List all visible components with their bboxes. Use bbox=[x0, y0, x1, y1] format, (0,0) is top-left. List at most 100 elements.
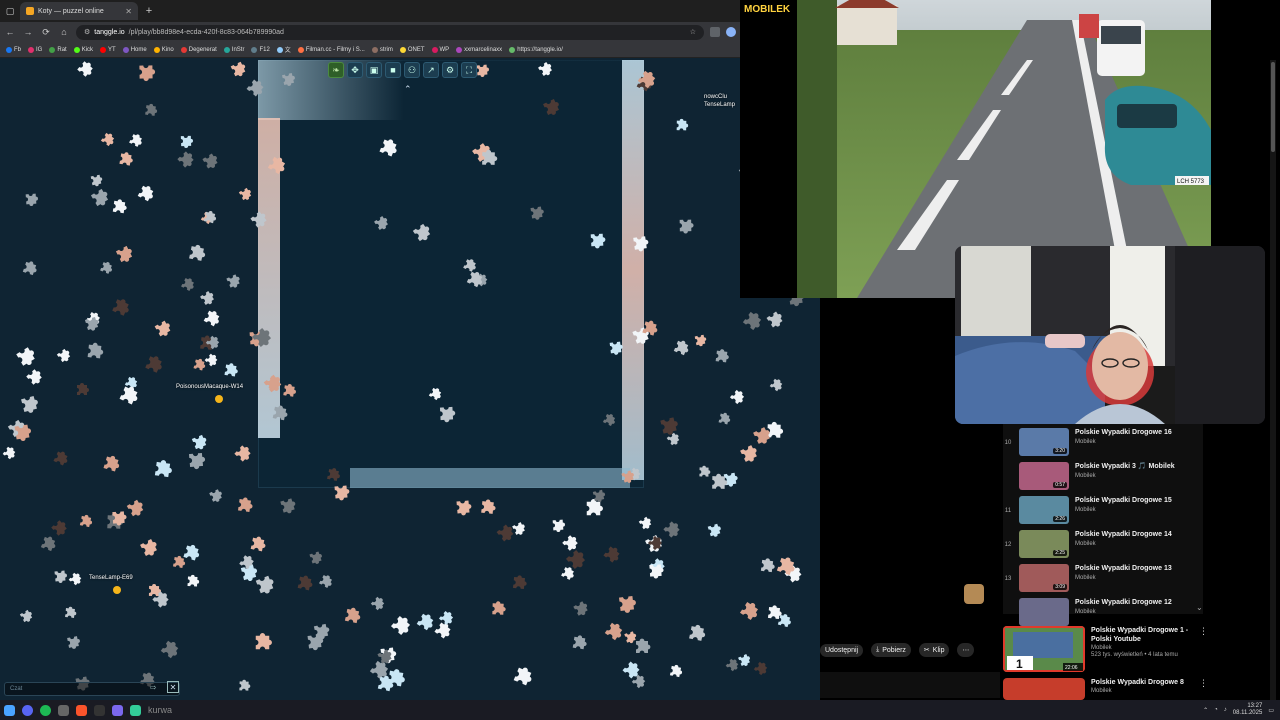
puzzle-piece[interactable] bbox=[132, 531, 166, 565]
description-box[interactable] bbox=[820, 672, 1000, 698]
puzzle-piece[interactable] bbox=[20, 188, 41, 209]
image-icon[interactable]: ▣ bbox=[366, 62, 382, 78]
clip-button[interactable]: ✂ Klip bbox=[918, 643, 950, 657]
puzzle-piece[interactable] bbox=[137, 348, 170, 381]
puzzle-piece[interactable] bbox=[450, 494, 476, 520]
puzzle-piece[interactable] bbox=[364, 590, 391, 617]
bookmark-item[interactable]: 文 bbox=[276, 45, 291, 54]
recommendation-title[interactable]: Polskie Wypadki Drogowe 8 bbox=[1091, 678, 1208, 687]
puzzle-piece[interactable] bbox=[674, 214, 697, 237]
puzzle-piece[interactable] bbox=[584, 227, 609, 252]
send-icon[interactable]: ⇨ bbox=[150, 683, 157, 692]
puzzle-piece[interactable] bbox=[723, 383, 751, 411]
puzzle-piece[interactable] bbox=[50, 342, 77, 369]
clock[interactable]: 13:27 08.11.2025 bbox=[1233, 703, 1263, 717]
bookmark-item[interactable]: Rat bbox=[49, 46, 67, 53]
recommendation-item[interactable]: Polskie Wypadki Drogowe 8 Mobilek ⋮ bbox=[1003, 678, 1208, 700]
reload-icon[interactable]: ⟳ bbox=[40, 27, 52, 38]
leaf-icon[interactable]: ❧ bbox=[328, 62, 344, 78]
puzzle-piece[interactable] bbox=[433, 400, 459, 426]
bookmark-item[interactable]: ONET bbox=[399, 46, 425, 53]
puzzle-piece[interactable] bbox=[152, 632, 187, 667]
spotify-icon[interactable] bbox=[40, 704, 51, 716]
bookmark-item[interactable]: Home bbox=[122, 46, 147, 53]
puzzle-piece[interactable] bbox=[713, 408, 735, 430]
background-color-icon[interactable]: ■ bbox=[385, 62, 401, 78]
bookmark-item[interactable]: Kick bbox=[73, 46, 93, 53]
notification-icon[interactable]: ▭ bbox=[1268, 707, 1274, 714]
puzzle-piece[interactable] bbox=[69, 58, 100, 85]
bookmark-item[interactable]: Kino bbox=[153, 46, 174, 53]
puzzle-piece[interactable] bbox=[182, 446, 210, 474]
puzzle-piece[interactable] bbox=[235, 677, 254, 696]
puzzle-piece[interactable] bbox=[60, 603, 80, 623]
puzzle-piece[interactable] bbox=[731, 593, 767, 629]
new-tab-button[interactable]: + bbox=[142, 5, 156, 17]
puzzle-piece[interactable] bbox=[266, 400, 293, 427]
extension-icon[interactable] bbox=[710, 27, 720, 37]
download-button[interactable]: ⤓ Pobierz bbox=[871, 643, 911, 657]
puzzle-piece[interactable] bbox=[61, 630, 84, 653]
bookmark-item[interactable]: strim bbox=[371, 46, 393, 53]
playlist-title[interactable]: Polskie Wypadki Drogowe 14 bbox=[1075, 530, 1203, 539]
bookmark-item[interactable]: xxmarcelinaxx bbox=[456, 46, 502, 53]
playlist-item[interactable]: 11 2:26 Polskie Wypadki Drogowe 15 Mobilek bbox=[1003, 496, 1203, 528]
recommendation-title[interactable]: Polskie Wypadki Drogowe 1 - Polski Youtu… bbox=[1091, 626, 1208, 644]
puzzle-piece[interactable] bbox=[226, 437, 259, 470]
puzzle-piece[interactable] bbox=[476, 146, 501, 171]
network-icon[interactable]: ◔ bbox=[1214, 707, 1218, 713]
recommendation-thumbnail[interactable] bbox=[1003, 678, 1085, 700]
puzzle-piece[interactable] bbox=[167, 551, 189, 573]
puzzle-piece[interactable] bbox=[381, 606, 419, 644]
playlist-thumbnail[interactable]: 2:26 bbox=[1019, 496, 1069, 524]
puzzle-piece[interactable] bbox=[106, 505, 131, 530]
playlist-thumbnail[interactable]: 3:09 bbox=[1019, 564, 1069, 592]
app-icon[interactable] bbox=[130, 704, 141, 716]
puzzle-piece[interactable] bbox=[701, 517, 726, 542]
fullscreen-icon[interactable]: ⛶ bbox=[461, 62, 477, 78]
puzzle-piece[interactable] bbox=[203, 483, 228, 508]
puzzle-piece[interactable] bbox=[96, 449, 126, 479]
puzzle-piece[interactable] bbox=[233, 182, 257, 206]
puzzle-piece[interactable] bbox=[198, 206, 221, 229]
playlist-title[interactable]: Polskie Wypadki Drogowe 16 bbox=[1075, 428, 1203, 437]
puzzle-piece[interactable] bbox=[278, 380, 301, 403]
recommendation-channel[interactable]: Mobilek bbox=[1091, 645, 1208, 651]
puzzle-piece[interactable] bbox=[49, 565, 71, 587]
bookmark-item[interactable]: https://tanggle.io/ bbox=[509, 46, 563, 53]
playlist-thumbnail[interactable]: 3:20 bbox=[1019, 428, 1069, 456]
forward-icon[interactable]: → bbox=[22, 27, 34, 37]
puzzle-piece[interactable] bbox=[762, 601, 786, 625]
playlist-item[interactable]: 12 2:25 Polskie Wypadki Drogowe 14 Mobilek bbox=[1003, 530, 1203, 562]
brave-icon[interactable] bbox=[76, 704, 87, 716]
playlist-item[interactable]: 13 3:09 Polskie Wypadki Drogowe 13 Mobilek bbox=[1003, 564, 1203, 596]
chevron-down-icon[interactable]: ⌄ bbox=[1196, 603, 1203, 612]
puzzle-piece[interactable] bbox=[595, 538, 627, 570]
share-button[interactable]: Udostępnij bbox=[820, 643, 864, 657]
puzzle-piece[interactable] bbox=[244, 531, 271, 558]
puzzle-piece[interactable] bbox=[218, 358, 242, 382]
bookmark-star-icon[interactable]: ☆ bbox=[690, 28, 696, 36]
bookmark-item[interactable]: F12 bbox=[251, 46, 270, 53]
profile-icon[interactable] bbox=[726, 27, 736, 37]
back-icon[interactable]: ← bbox=[4, 27, 16, 37]
puzzle-piece[interactable] bbox=[487, 598, 510, 621]
chrome-icon[interactable] bbox=[58, 704, 69, 716]
puzzle-piece[interactable] bbox=[682, 619, 712, 649]
puzzle-piece[interactable] bbox=[475, 495, 500, 520]
puzzle-piece[interactable] bbox=[133, 59, 159, 85]
playlist-item[interactable]: 0:57 Polskie Wypadki 3 🎵 Mobilek Mobilek bbox=[1003, 462, 1203, 494]
puzzle-piece[interactable] bbox=[566, 594, 595, 623]
puzzle-piece[interactable] bbox=[763, 372, 788, 397]
puzzle-piece[interactable] bbox=[220, 268, 247, 295]
puzzle-piece[interactable] bbox=[604, 336, 627, 359]
volume-icon[interactable]: ♪ bbox=[1224, 707, 1227, 713]
discord-icon[interactable] bbox=[22, 704, 33, 716]
more-vert-icon[interactable]: ⋮ bbox=[1199, 626, 1208, 637]
puzzle-piece[interactable] bbox=[689, 329, 710, 350]
playlist-thumbnail[interactable]: 0:57 bbox=[1019, 462, 1069, 490]
puzzle-piece[interactable] bbox=[643, 558, 668, 583]
playlist-item[interactable]: 10 3:20 Polskie Wypadki Drogowe 16 Mobilek bbox=[1003, 428, 1203, 460]
bookmark-item[interactable]: InStr bbox=[223, 46, 244, 53]
puzzle-piece[interactable] bbox=[626, 229, 653, 256]
